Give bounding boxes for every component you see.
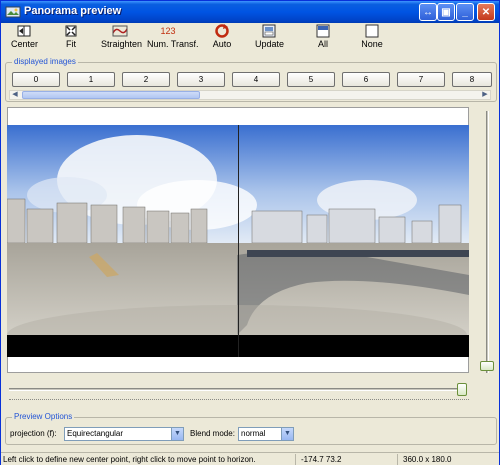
status-coords: -174.7 73.2 (301, 455, 342, 464)
status-bar: Left click to define new center point, r… (1, 452, 499, 465)
title-bar[interactable]: Panorama preview ↔ ▣ _ ✕ (1, 1, 499, 23)
select-all-icon (316, 24, 330, 38)
status-hint: Left click to define new center point, r… (3, 455, 256, 464)
status-separator (295, 454, 296, 465)
image-toggle-5[interactable]: 5 (287, 72, 335, 87)
window-icon: ▣ (441, 6, 451, 18)
projection-value: Equirectangular (67, 429, 124, 438)
update-icon (262, 24, 276, 38)
image-toggle-6[interactable]: 6 (342, 72, 390, 87)
close-icon: ✕ (481, 6, 491, 18)
straighten-icon (112, 25, 128, 37)
chevron-down-icon[interactable]: ▼ (281, 428, 293, 440)
scroll-left-icon[interactable]: ◀ (10, 91, 20, 99)
blend-mode-value: normal (241, 429, 266, 438)
image-toggle-7[interactable]: 7 (397, 72, 445, 87)
num-transf-button[interactable]: 123 Num. Transf. (147, 24, 199, 52)
preview-options-title: Preview Options (12, 412, 75, 421)
status-fov: 360.0 x 180.0 (403, 455, 452, 464)
center-guide-line (238, 125, 239, 357)
displayed-images-title: displayed images (12, 57, 78, 66)
center-icon (17, 25, 31, 37)
image-toggle-0[interactable]: 0 (12, 72, 60, 87)
vertical-slider-track (486, 111, 489, 373)
auto-refresh-icon (215, 24, 229, 38)
images-scrollbar[interactable]: ◀ ▶ (9, 90, 491, 100)
straighten-button[interactable]: Straighten (101, 24, 142, 52)
window-menu-button[interactable]: ▣ (437, 3, 455, 21)
toolbar: Center Fit Straighten 123 Num. Transf. A… (1, 23, 499, 53)
projection-select[interactable]: Equirectangular ▼ (64, 427, 184, 441)
none-button[interactable]: None (361, 24, 383, 52)
vertical-slider-knob[interactable] (480, 361, 494, 371)
blend-mode-select[interactable]: normal ▼ (238, 427, 294, 441)
minimize-button[interactable]: _ (456, 3, 474, 21)
select-none-icon (365, 24, 379, 38)
slider-ticks (9, 399, 469, 402)
close-button[interactable]: ✕ (477, 3, 495, 21)
horizontal-slider-knob[interactable] (457, 383, 467, 396)
vertical-fov-slider[interactable] (480, 109, 494, 377)
horizontal-slider-track (9, 388, 467, 391)
projection-label: projection (f): (10, 429, 57, 438)
status-separator (397, 454, 398, 465)
numeric-icon: 123 (160, 26, 176, 36)
auto-button[interactable]: Auto (211, 24, 233, 52)
image-toggle-3[interactable]: 3 (177, 72, 225, 87)
app-icon (5, 6, 21, 18)
horizontal-fov-slider[interactable] (7, 383, 469, 397)
fit-icon (65, 25, 77, 37)
image-toggle-4[interactable]: 4 (232, 72, 280, 87)
displayed-images-group: displayed images 0 1 2 3 4 5 6 7 8 ◀ ▶ (5, 57, 497, 102)
panorama-preview-window: Panorama preview ↔ ▣ _ ✕ Center Fit Stra… (0, 0, 500, 465)
image-toggle-8[interactable]: 8 (452, 72, 492, 87)
restore-preview-button[interactable]: ↔ (419, 3, 437, 21)
all-button[interactable]: All (313, 24, 333, 52)
image-toggle-2[interactable]: 2 (122, 72, 170, 87)
image-toggle-1[interactable]: 1 (67, 72, 115, 87)
fit-button[interactable]: Fit (61, 24, 81, 52)
scrollbar-thumb[interactable] (22, 91, 200, 99)
preview-options-group: Preview Options projection (f): Equirect… (5, 412, 497, 445)
window-title: Panorama preview (24, 5, 122, 17)
center-button[interactable]: Center (11, 24, 38, 52)
update-button[interactable]: Update (255, 24, 284, 52)
blend-mode-label: Blend mode: (190, 429, 235, 438)
arrows-icon: ↔ (423, 6, 433, 18)
chevron-down-icon[interactable]: ▼ (171, 428, 183, 440)
scroll-right-icon[interactable]: ▶ (480, 91, 490, 99)
minimize-icon: _ (462, 6, 468, 18)
